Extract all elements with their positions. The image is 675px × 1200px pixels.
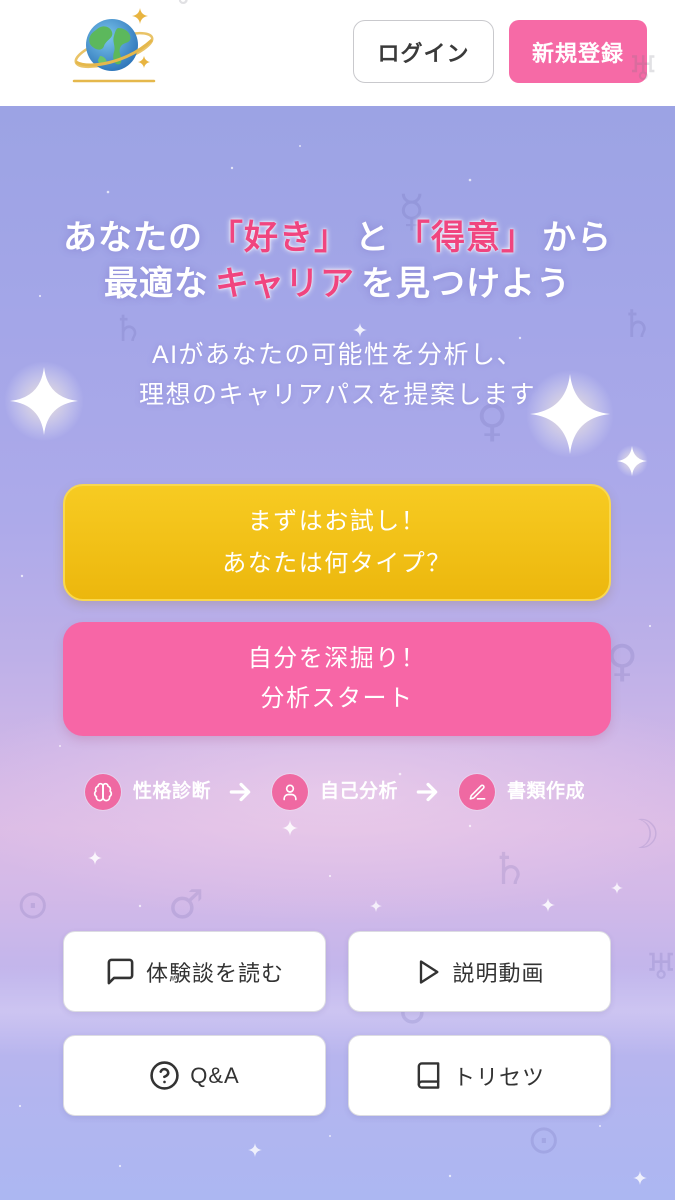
cta-label-line: 分析スタート xyxy=(260,685,414,712)
headline-text: から xyxy=(542,220,612,257)
sparkle-icon xyxy=(370,900,382,912)
step-self-analysis-icon-badge xyxy=(272,774,308,810)
headline-text: と xyxy=(355,220,390,257)
message-square-icon xyxy=(107,958,134,985)
explainer-video-button[interactable]: 説明動画 xyxy=(348,931,611,1012)
start-analysis-button[interactable]: 自分を深掘り！ 分析スタート xyxy=(63,622,611,736)
brain-icon xyxy=(93,782,113,802)
card-label: Q&A xyxy=(190,1062,240,1088)
sparkle-icon xyxy=(282,820,298,836)
signup-button[interactable]: 新規登録 xyxy=(509,20,647,83)
headline-text: を見つけよう xyxy=(361,266,571,303)
uranus-symbol-icon: ♅ xyxy=(168,0,198,10)
book-icon xyxy=(417,1062,440,1089)
card-label: 体験談を読む xyxy=(145,960,284,986)
headline-highlight: 「得意」 xyxy=(396,220,536,257)
hero-subtitle: AIがあなたの可能性を分析し、 理想のキャリアパスを提案します xyxy=(0,335,675,415)
sparkle-icon xyxy=(633,1171,647,1185)
headline-text: あなたの xyxy=(63,220,203,257)
headline-text: 最適な xyxy=(104,266,209,303)
hero-headline: あなたの 「好き」と「得意」 から 最適な キャリア を見つけよう xyxy=(0,216,675,308)
card-label: 説明動画 xyxy=(452,960,545,986)
step-label-personality: 性格診断 xyxy=(133,781,212,802)
trial-diagnosis-button[interactable]: まずはお試し！ あなたは何タイプ？ xyxy=(63,484,611,601)
subtitle-line: AIがあなたの可能性を分析し、 xyxy=(151,341,524,369)
globe-planet-logo-icon[interactable] xyxy=(70,6,160,88)
step-personality-icon-badge xyxy=(85,774,121,810)
sparkle-icon xyxy=(88,851,102,865)
read-testimonials-button[interactable]: 体験談を読む xyxy=(63,931,326,1012)
play-icon xyxy=(420,959,439,984)
pen-icon xyxy=(469,784,485,800)
sparkle-icon xyxy=(611,882,623,894)
site-header: ♅ ログイン 新規登録 ♅ xyxy=(0,0,675,106)
step-label-self-analysis: 自己分析 xyxy=(320,781,399,802)
headline-highlight: 「好き」 xyxy=(209,220,349,257)
qa-button[interactable]: Q&A xyxy=(63,1035,326,1116)
login-button[interactable]: ログイン xyxy=(353,20,494,83)
cta-label-line: まずはお試し！ xyxy=(247,507,427,535)
sparkle-icon xyxy=(541,898,555,912)
card-label: トリセツ xyxy=(452,1064,545,1090)
help-circle-icon xyxy=(150,1061,179,1090)
step-label-documents: 書類作成 xyxy=(507,781,586,802)
arrow-right-icon xyxy=(229,782,251,802)
sparkle-icon xyxy=(248,1143,262,1157)
headline-line-1: あなたの 「好き」と「得意」 から xyxy=(0,216,675,262)
headline-highlight: キャリア xyxy=(215,266,355,303)
user-icon xyxy=(283,784,297,801)
cta-label-line: 自分を深掘り！ xyxy=(247,645,427,672)
cta-label-line: あなたは何タイプ？ xyxy=(222,549,452,577)
step-documents-icon-badge xyxy=(459,774,495,810)
headline-line-2: 最適な キャリア を見つけよう xyxy=(0,262,675,308)
subtitle-line: 理想のキャリアパスを提案します xyxy=(138,381,536,409)
user-guide-button[interactable]: トリセツ xyxy=(348,1035,611,1116)
arrow-right-icon xyxy=(416,782,438,802)
